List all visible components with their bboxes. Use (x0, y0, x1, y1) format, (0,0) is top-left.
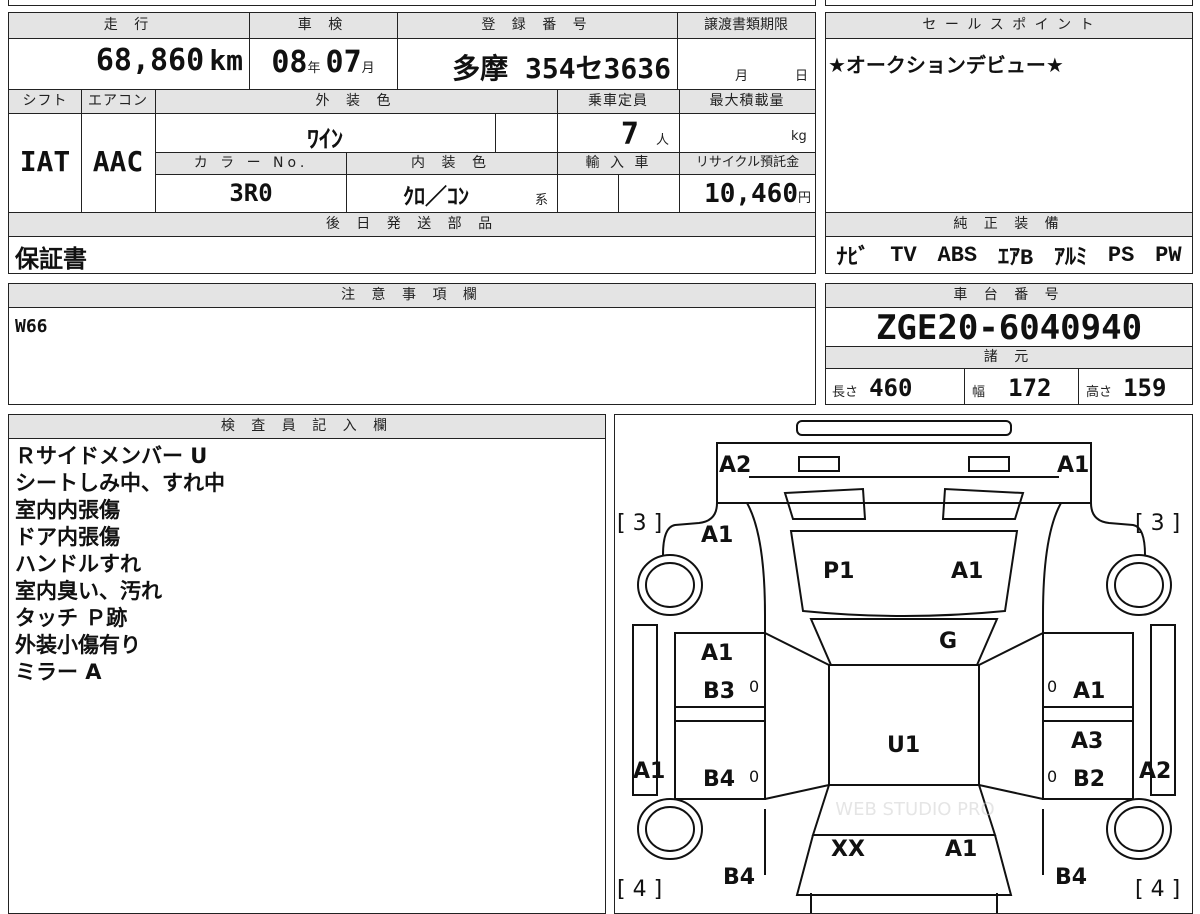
mark-zero: 0 (1047, 677, 1058, 696)
width-spec: 幅 172 (972, 374, 1052, 402)
mark-front-right: A1 (1057, 453, 1090, 478)
max-load-label: 最大積載量 (679, 90, 815, 114)
inspection-label: 車 検 (249, 13, 397, 39)
shift-label: シフト (9, 90, 81, 114)
mark-windshield: G (939, 629, 958, 654)
mark-front-door-right: A1 (1073, 679, 1106, 704)
sales-point-box: セ ー ル ス ポ イ ン ト ★オークションデビュー★ 純 正 装 備 ﾅﾋﾞ… (825, 12, 1193, 274)
note-line: ハンドルすれ (15, 552, 141, 576)
exterior-color-value: ﾜｲﾝ (307, 128, 343, 155)
mileage-value: 68,860 km (95, 43, 243, 78)
tire-front-left: [ 3 ] (617, 511, 663, 536)
mark-rear-door-right-2: B2 (1073, 767, 1106, 792)
transfer-day: 日 (795, 69, 809, 84)
capacity-label: 乗車定員 (557, 90, 679, 114)
interior-color-suffix: 系 (535, 193, 549, 208)
mark-side-right: A2 (1139, 759, 1172, 784)
transfer-month: 月 (735, 69, 749, 84)
mark-front-door-left-1: A1 (701, 641, 734, 666)
chassis-box: 車 台 番 号 ZGE20-6040940 諸 元 長さ 460 幅 172 高… (825, 283, 1193, 405)
tire-rear-left: [ 4 ] (617, 877, 663, 902)
equipment-item: TV (890, 242, 917, 268)
mark-rear-door-right-1: A3 (1071, 729, 1104, 754)
mark-rear-door-left: B4 (703, 767, 736, 792)
note-line: シートしみ中、すれ中 (15, 471, 225, 495)
note-line: Ｒサイドメンバー U (15, 444, 208, 468)
tire-front-right: [ 3 ] (1135, 511, 1181, 536)
mark-rear-left: B4 (723, 865, 756, 890)
equipment-list: ﾅﾋﾞ TV ABS ｴｱB ｱﾙﾐ PS PW (826, 237, 1192, 273)
max-load-unit: kg (791, 129, 807, 144)
equipment-item: ﾅﾋﾞ (836, 246, 870, 271)
equipment-item: ｴｱB (997, 246, 1034, 271)
note-line: 室内内張傷 (15, 498, 120, 522)
top-strip-right (825, 0, 1193, 6)
chassis-label: 車 台 番 号 (826, 284, 1192, 308)
inspector-label: 検 査 員 記 入 欄 (9, 415, 605, 439)
note-line: 室内臭い、汚れ (15, 579, 162, 603)
equipment-label: 純 正 装 備 (826, 213, 1192, 237)
vehicle-info-table: 走 行 車 検 登 録 番 号 譲渡書類期限 68,860 km 08年 07月… (8, 12, 816, 274)
sales-point-label: セ ー ル ス ポ イ ン ト (826, 13, 1192, 39)
mark-hood-left: P1 (823, 559, 855, 584)
damage-diagram: WEB STUDIO PRO A2 A1 A1 P1 A1 G A1 B3 0 … (614, 414, 1193, 914)
recycle-value: 10,460円 (704, 179, 811, 209)
parts-label: 後 日 発 送 部 品 (9, 213, 815, 237)
aircon-label: エアコン (81, 90, 155, 114)
mark-roof: U1 (887, 733, 921, 758)
color-no-value: 3R0 (229, 179, 273, 207)
capacity-value: 7 人 (620, 117, 669, 152)
mark-fender-left: A1 (701, 523, 734, 548)
mark-side-left: A1 (633, 759, 666, 784)
note-line: ミラー A (15, 660, 102, 684)
parts-value: 保証書 (15, 245, 87, 273)
equipment-item: PW (1155, 242, 1182, 268)
caution-box: 注 意 事 項 欄 W66 (8, 283, 816, 405)
mark-hood-right: A1 (951, 559, 984, 584)
exterior-color-label: 外 装 色 (155, 90, 557, 114)
length-spec: 長さ 460 (832, 374, 913, 402)
equipment-item: ｱﾙﾐ (1054, 246, 1088, 271)
note-line: 外装小傷有り (15, 633, 141, 657)
chassis-number: ZGE20-6040940 (875, 308, 1143, 348)
interior-color-value: ｸﾛ／ｺﾝ (402, 186, 469, 211)
aircon-value: AAC (92, 145, 144, 178)
sales-point-value: ★オークションデビュー★ (828, 53, 1064, 77)
caution-label: 注 意 事 項 欄 (9, 284, 815, 308)
note-line: タッチ Ｐ跡 (15, 606, 128, 630)
interior-color-label: 内 装 色 (346, 153, 557, 175)
recycle-label: リサイクル預託金 (680, 153, 815, 175)
registration-value: 多摩 354セ3636 (452, 52, 671, 85)
mark-front-left: A2 (719, 453, 752, 478)
inspector-notes: Ｒサイドメンバー U シートしみ中、すれ中 室内内張傷 ドア内張傷 ハンドルすれ… (15, 443, 225, 686)
mark-zero: 0 (1047, 767, 1058, 786)
height-spec: 高さ 159 (1086, 374, 1167, 402)
svg-text:WEB STUDIO PRO: WEB STUDIO PRO (835, 799, 994, 820)
equipment-item: PS (1107, 242, 1135, 268)
import-label: 輸 入 車 (558, 153, 679, 175)
equipment-item: ABS (937, 242, 978, 268)
transfer-label: 譲渡書類期限 (677, 13, 815, 39)
tire-rear-right: [ 4 ] (1135, 877, 1181, 902)
mark-trunk-right: A1 (945, 837, 978, 862)
mileage-label: 走 行 (9, 13, 249, 39)
inspector-box: 検 査 員 記 入 欄 Ｒサイドメンバー U シートしみ中、すれ中 室内内張傷 … (8, 414, 606, 914)
mark-zero: 0 (749, 767, 760, 786)
spec-label: 諸 元 (826, 347, 1192, 369)
color-no-label: カ ラ ー No. (156, 153, 346, 175)
mark-zero: 0 (749, 677, 760, 696)
mark-rear-right: B4 (1055, 865, 1088, 890)
registration-label: 登 録 番 号 (397, 13, 677, 39)
top-strip (8, 0, 816, 6)
inspection-value: 08年 07月 (271, 45, 375, 80)
shift-value: IAT (19, 145, 71, 178)
mark-trunk-left: XX (831, 837, 865, 862)
note-line: ドア内張傷 (15, 525, 120, 549)
mark-front-door-left-2: B3 (703, 679, 736, 704)
caution-value: W66 (15, 316, 48, 337)
